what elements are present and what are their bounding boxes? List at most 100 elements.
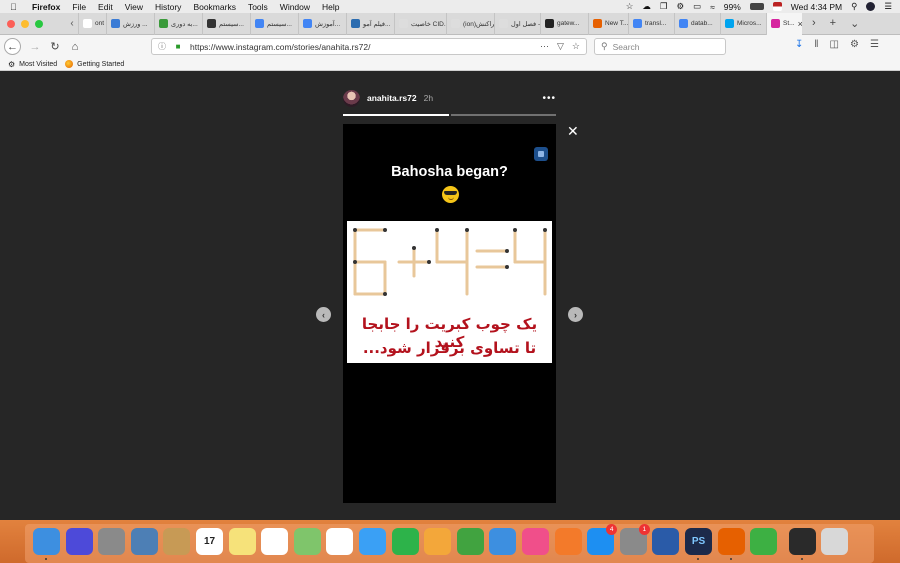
browser-tab[interactable]: فیلم آمو... — [346, 12, 394, 35]
notification-center-icon[interactable]: ☰ — [884, 1, 892, 12]
menu-tools[interactable]: Tools — [248, 2, 268, 12]
app-store-icon[interactable]: 4 — [587, 524, 618, 555]
calendar-icon[interactable]: 17 — [196, 528, 223, 555]
browser-tab[interactable]: transl... — [628, 12, 674, 35]
browser-tab[interactable]: New T... — [588, 12, 628, 35]
menu-window[interactable]: Window — [280, 2, 310, 12]
browser-tab[interactable]: سیستم... — [202, 12, 250, 35]
gear-icon[interactable]: ⚙ — [676, 1, 684, 12]
browser-tab[interactable]: فصل اول - ff — [494, 12, 540, 35]
download-icon[interactable]: ↧ — [795, 39, 803, 50]
sidebar-icon[interactable]: ◫ — [830, 39, 839, 50]
minimize-window-icon[interactable] — [21, 19, 29, 28]
reminders-icon[interactable] — [261, 528, 289, 555]
next-story-button[interactable]: › — [568, 307, 583, 322]
siri-icon[interactable] — [65, 528, 93, 555]
lock-icon[interactable]: ■ — [172, 42, 184, 51]
url-text[interactable]: https://www.instagram.com/stories/anahit… — [190, 42, 370, 52]
reload-button[interactable]: ↻ — [45, 38, 65, 56]
menu-edit[interactable]: Edit — [98, 2, 113, 12]
photoshop-icon[interactable]: PS — [685, 528, 712, 555]
home-button[interactable]: ⌂ — [65, 38, 85, 56]
copy-icon[interactable]: ❐ — [660, 1, 668, 12]
browser-tab[interactable]: سیستم... — [250, 12, 298, 35]
bookmark-getting-started[interactable]: Getting Started — [65, 60, 124, 68]
wifi-icon[interactable]: ≈ — [710, 2, 715, 12]
maps-icon[interactable] — [293, 528, 321, 555]
tab-scroll-right-icon[interactable]: › — [812, 17, 816, 30]
story-media[interactable]: Bahosha began? یک چوب کبریت را جابجا کنی… — [343, 124, 556, 503]
bookmark-most-visited[interactable]: ⚙ Most Visited — [8, 60, 57, 69]
back-button[interactable]: ← — [4, 38, 21, 55]
keynote-icon[interactable] — [489, 528, 517, 555]
airplay-icon[interactable]: ▭ — [693, 1, 701, 12]
browser-tab[interactable]: خاصیت CID... — [394, 12, 446, 35]
user-avatar-icon[interactable] — [866, 2, 876, 11]
instagram-story-viewer: anahita.rs72 2h ••• Bahosha began? یک چو… — [0, 71, 900, 520]
menu-view[interactable]: View — [125, 2, 143, 12]
tab-label: آموزش... — [315, 20, 341, 28]
search-box[interactable]: ⚲ Search — [594, 38, 726, 55]
contacts-icon[interactable] — [163, 528, 191, 555]
new-tab-icon[interactable]: + — [830, 17, 836, 30]
photos-icon[interactable] — [326, 528, 354, 555]
avatar[interactable] — [343, 89, 360, 107]
cloud-icon[interactable]: ☁ — [642, 1, 651, 12]
story-username[interactable]: anahita.rs72 — [367, 93, 417, 103]
finder-icon[interactable] — [33, 528, 60, 555]
menu-bookmarks[interactable]: Bookmarks — [193, 2, 236, 12]
browser-tab[interactable]: ورزش ... — [106, 12, 154, 35]
anaconda-icon[interactable] — [750, 528, 778, 555]
menu-history[interactable]: History — [155, 2, 181, 12]
browser-tab[interactable]: Micros... — [720, 12, 766, 35]
info-icon[interactable]: ⓘ — [156, 41, 168, 52]
pocket-icon[interactable]: ▽ — [557, 41, 564, 52]
apple-icon[interactable]:  — [10, 2, 24, 12]
star-icon[interactable]: ☆ — [626, 1, 634, 12]
messages-icon[interactable] — [359, 528, 386, 555]
browser-tab[interactable]: آموزش... — [298, 12, 346, 35]
us-flag-icon[interactable] — [772, 2, 782, 11]
pages-icon[interactable] — [424, 528, 452, 555]
tab-list-chevron-icon[interactable]: ⌄ — [850, 17, 859, 30]
browser-tab[interactable]: gatew... — [540, 12, 588, 35]
menu-file[interactable]: File — [72, 2, 86, 12]
firefox-icon[interactable] — [717, 528, 745, 555]
forward-button[interactable]: → — [25, 38, 45, 56]
library-icon[interactable]: ‖ — [814, 39, 818, 50]
page-actions-icon[interactable]: ⋯ — [540, 41, 549, 52]
launchpad-icon[interactable] — [98, 528, 126, 555]
zoom-window-icon[interactable] — [35, 19, 43, 28]
matchstick-puzzle: یک چوب کبریت را جابجا کنید تا تساوی برقر… — [347, 221, 552, 363]
quicktime-icon[interactable] — [652, 528, 680, 555]
hamburger-menu-icon[interactable]: ☰ — [870, 39, 879, 50]
ibooks-icon[interactable] — [554, 528, 582, 555]
numbers-icon[interactable] — [456, 528, 484, 555]
menu-app-name[interactable]: Firefox — [32, 2, 60, 12]
spotlight-icon[interactable]: ⚲ — [851, 1, 857, 12]
customize-icon[interactable]: ⚙ — [850, 39, 859, 50]
previous-story-button[interactable]: ‹ — [316, 307, 331, 322]
browser-tab[interactable]: به دوری... — [154, 12, 202, 35]
close-window-icon[interactable] — [7, 19, 15, 28]
clock[interactable]: Wed 4:34 PM — [791, 2, 842, 12]
close-story-button[interactable]: ✕ — [567, 123, 579, 140]
url-bar[interactable]: ⓘ ■ https://www.instagram.com/stories/an… — [151, 38, 587, 55]
tab-scroll-left-icon[interactable]: ‹ — [66, 18, 78, 29]
terminal-icon[interactable] — [788, 528, 816, 555]
battery-icon[interactable] — [749, 3, 764, 10]
browser-tab[interactable]: ont — [78, 12, 106, 35]
system-preferences-icon[interactable]: 1 — [619, 524, 650, 555]
browser-tab[interactable]: datab... — [674, 12, 720, 35]
menu-help[interactable]: Help — [322, 2, 339, 12]
bookmark-star-icon[interactable]: ☆ — [572, 41, 580, 52]
itunes-icon[interactable] — [522, 528, 549, 555]
image-capture-icon[interactable] — [130, 528, 158, 555]
battery-percent[interactable]: 99% — [724, 2, 741, 12]
trash-icon[interactable] — [821, 528, 849, 555]
facetime-icon[interactable] — [391, 528, 419, 555]
browser-tab[interactable]: St...× — [766, 12, 802, 35]
more-options-icon[interactable]: ••• — [542, 93, 556, 104]
notes-icon[interactable] — [228, 528, 256, 555]
browser-tab[interactable]: (ion)تراکنش... — [446, 12, 494, 35]
